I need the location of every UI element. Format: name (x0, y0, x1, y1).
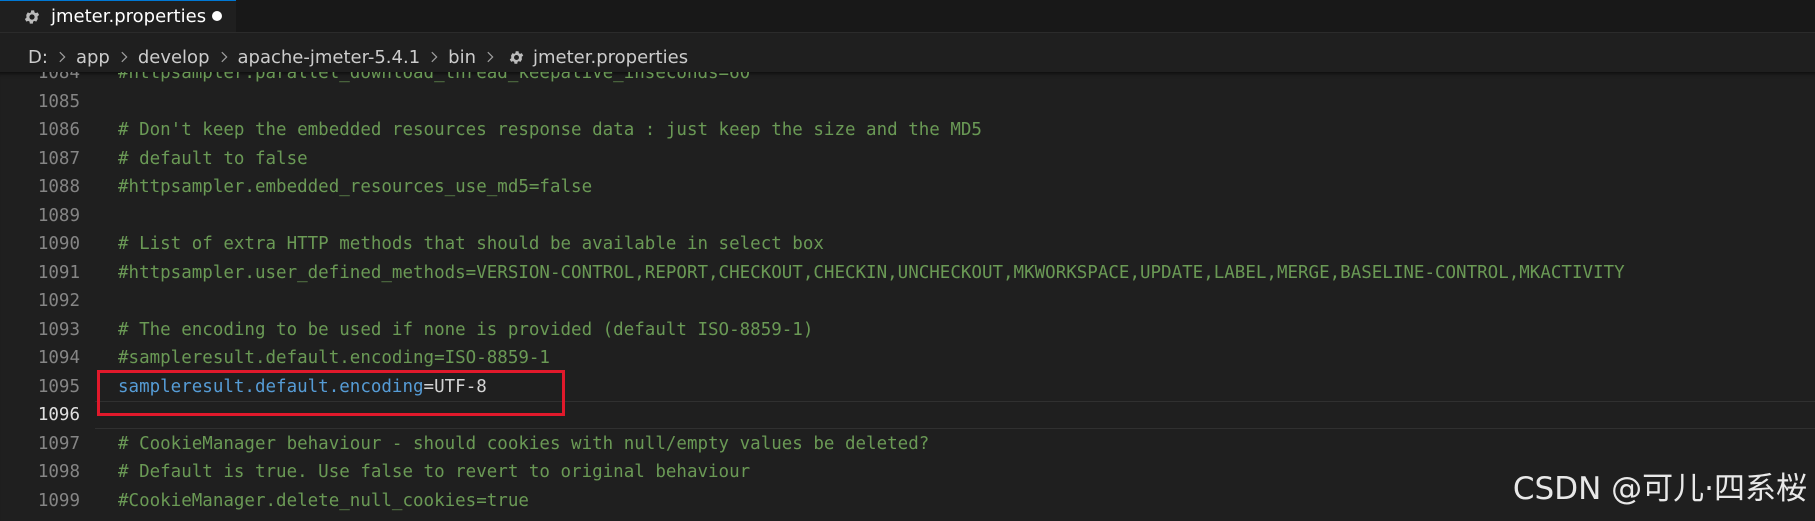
chevron-right-icon (121, 51, 128, 63)
breadcrumb: D: app develop apache-jmeter-5.4.1 bin j… (28, 42, 692, 72)
breadcrumb-item-file[interactable]: jmeter.properties (500, 47, 692, 68)
code-text: # default to false (118, 148, 308, 169)
line-number: 1093 (37, 319, 80, 340)
breadcrumb-item-bin[interactable]: bin (444, 47, 480, 68)
unsaved-indicator-dot[interactable] (212, 11, 222, 21)
code-line[interactable]: 1089 (0, 202, 1815, 231)
watermark: CSDN @可儿·四系桜 (1512, 471, 1807, 507)
line-number: 1091 (37, 262, 80, 283)
line-number: 1088 (37, 177, 80, 197)
code-text: #httpsampler.user_defined_methods=VERSIO… (118, 262, 1625, 283)
code-line[interactable]: 1097 # CookieManager behaviour - should c… (0, 430, 1815, 459)
gear-icon (24, 9, 40, 24)
code-text: # List of extra HTTP methods that should… (118, 234, 824, 254)
tab-jmeter-properties[interactable]: jmeter.properties (0, 0, 236, 32)
chevron-right-icon (59, 51, 66, 63)
code-line[interactable]: 1091 #httpsampler.user_defined_methods=VE… (0, 259, 1815, 288)
line-number: 1099 (37, 490, 80, 511)
line-number: 1085 (37, 91, 80, 112)
line-number: 1087 (37, 148, 80, 169)
code-text: #sampleresult.default.encoding=ISO-8859-… (118, 348, 550, 368)
breadcrumb-item-drive[interactable]: D: (28, 47, 52, 68)
line-number: 1098 (37, 462, 80, 482)
tab-label: jmeter.properties (51, 6, 207, 27)
line-number: 1084 (37, 72, 80, 83)
line-number: 1092 (37, 291, 80, 311)
code-text: # Default is true. Use false to revert t… (118, 462, 751, 482)
breadcrumb-item-app[interactable]: app (72, 47, 114, 68)
line-number: 1100 (0, 515, 80, 521)
annotation-highlight-box (97, 370, 565, 416)
gear-icon (509, 50, 524, 64)
breadcrumb-item-develop[interactable]: develop (134, 47, 214, 68)
code-text: # CookieManager behaviour - should cooki… (118, 433, 930, 454)
code-line[interactable]: 1086 # Don't keep the embedded resources … (0, 116, 1815, 145)
code-text: # The encoding to be used if none is pro… (118, 319, 814, 340)
code-line[interactable]: 1092 (0, 287, 1815, 316)
line-number: 1090 (37, 234, 80, 254)
code-line[interactable]: 1100 (0, 515, 1815, 521)
code-text: # Don't keep the embedded resources resp… (118, 120, 982, 140)
code-text: #httpsampler.embedded_resources_use_md5=… (118, 177, 593, 197)
breadcrumb-file-label: jmeter.properties (533, 46, 689, 68)
chevron-right-icon (220, 51, 227, 63)
line-number: 1097 (37, 433, 80, 454)
code-line[interactable]: 1093 # The encoding to be used if none is… (0, 316, 1815, 345)
line-number: 1095 (37, 376, 80, 397)
code-line[interactable]: 1087 # default to false (0, 145, 1815, 174)
code-line[interactable]: 1085 (0, 88, 1815, 117)
code-line[interactable]: 1084 #httpsampler.parallel_download_threa… (0, 72, 1815, 88)
breadcrumb-item-jmeter-folder[interactable]: apache-jmeter-5.4.1 (234, 47, 425, 68)
code-line[interactable]: 1090 # List of extra HTTP methods that sh… (0, 230, 1815, 259)
code-text: #httpsampler.parallel_download_thread_ke… (118, 72, 751, 83)
code-line[interactable]: 1094 #sampleresult.default.encoding=ISO-8… (0, 344, 1815, 373)
line-number: 1096 (37, 405, 80, 425)
editor-tab-bar: jmeter.properties (0, 0, 1815, 33)
line-number: 1086 (37, 120, 80, 140)
code-editor[interactable]: 1084 #httpsampler.parallel_download_threa… (0, 72, 1815, 521)
line-number: 1094 (37, 348, 80, 368)
chevron-right-icon (487, 51, 494, 63)
chevron-right-icon (431, 51, 438, 63)
code-line[interactable]: 1088 #httpsampler.embedded_resources_use_… (0, 173, 1815, 202)
line-number: 1089 (37, 205, 80, 226)
code-text: #CookieManager.delete_null_cookies=true (118, 490, 529, 511)
